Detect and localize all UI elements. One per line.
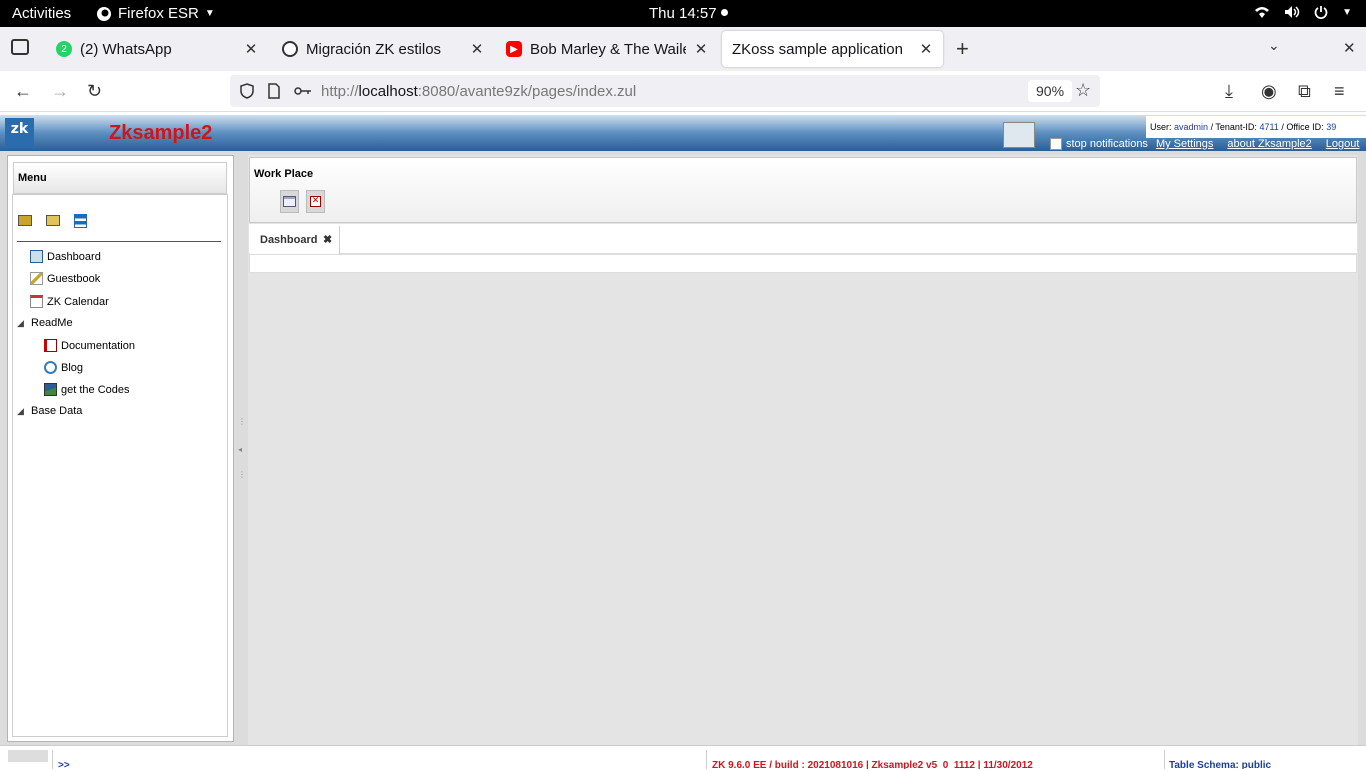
user-name: avadmin	[1174, 122, 1209, 132]
office-id: 39	[1326, 122, 1337, 132]
volume-icon	[1285, 6, 1300, 18]
tab-title: Bob Marley & The Wailers	[530, 40, 686, 58]
menu-item-base-data[interactable]: ◢ Base Data	[17, 405, 82, 417]
tab-title: Migración ZK estilos	[306, 40, 442, 58]
tab-content	[249, 254, 1357, 273]
expand-triangle-icon[interactable]: ◢	[17, 406, 27, 417]
zk-logo: zk	[5, 118, 34, 147]
tab-list-icon[interactable]	[11, 39, 29, 55]
extensions-icon[interactable]: ⧉	[1298, 81, 1311, 102]
pdf-icon	[44, 339, 57, 352]
menu-item-zk-calendar[interactable]: ZK Calendar	[30, 295, 109, 308]
close-red-icon: ✕	[310, 196, 321, 207]
chevron-down-icon: ▼	[204, 8, 215, 19]
window-icon	[283, 196, 296, 207]
download-icon[interactable]: ⤓	[1225, 81, 1233, 102]
guestbook-icon	[30, 272, 43, 285]
tab-migracion[interactable]: Migración ZK estilos ✕	[272, 31, 494, 67]
list-all-tabs-icon[interactable]: ⌄	[1268, 37, 1280, 54]
build-info: ZK 9.6.0 EE / build : 2021081016 | Zksam…	[706, 750, 1162, 769]
status-bar: >> ZK 9.6.0 EE / build : 2021081016 | Zk…	[0, 745, 1366, 771]
close-icon[interactable]: ✕	[244, 40, 258, 58]
expand-triangle-icon[interactable]: ◢	[17, 318, 27, 329]
workplace-title: Work Place	[254, 168, 314, 180]
back-icon[interactable]: ←	[14, 81, 32, 102]
system-tray[interactable]: ▼	[1254, 5, 1352, 19]
stop-notifications-checkbox[interactable]	[1050, 138, 1062, 150]
top-links: stop notifications My Settings about Zks…	[1050, 138, 1359, 150]
status-arrow[interactable]: >>	[52, 750, 704, 771]
star-icon[interactable]: ☆	[1075, 80, 1091, 101]
menu-item-dashboard[interactable]: Dashboard	[30, 250, 101, 263]
logout-link[interactable]: Logout	[1326, 138, 1360, 150]
code-icon	[44, 383, 57, 396]
folder-open-icon[interactable]	[18, 215, 32, 226]
app-name: Firefox ESR	[118, 5, 199, 22]
menu-title: Menu	[13, 162, 227, 194]
youtube-icon: ▶	[506, 41, 522, 57]
page-icon	[268, 83, 280, 99]
menu-toggle-icon[interactable]	[74, 214, 87, 228]
about-link[interactable]: about Zksample2	[1227, 138, 1311, 150]
firefox-icon	[97, 6, 111, 21]
key-icon	[294, 87, 311, 95]
my-settings-link[interactable]: My Settings	[1156, 138, 1213, 150]
tab-zkoss[interactable]: ZKoss sample application ✕	[722, 31, 943, 67]
close-window-icon[interactable]: ✕	[1343, 39, 1356, 57]
stop-notifications-label: stop notifications	[1066, 138, 1148, 150]
monitor-icon	[1003, 122, 1035, 148]
status-cell	[8, 750, 48, 762]
activities-button[interactable]: Activities	[12, 5, 71, 22]
chevron-down-icon: ▼	[1342, 6, 1352, 18]
close-icon[interactable]: ✕	[470, 40, 484, 58]
tab-title: ZKoss sample application	[732, 40, 903, 58]
shield-icon	[240, 83, 254, 99]
clock[interactable]: Thu 14:57	[649, 5, 728, 22]
app-menu[interactable]: Firefox ESR ▼	[96, 5, 215, 22]
user-info: User: avadmin / Tenant-ID: 4711 / Office…	[1146, 116, 1366, 138]
close-icon[interactable]: ✖	[323, 233, 332, 246]
menu-item-blog[interactable]: Blog	[44, 361, 83, 374]
whatsapp-icon: 2	[56, 41, 72, 57]
dashboard-icon	[30, 250, 43, 263]
account-icon[interactable]: ◉	[1261, 81, 1277, 102]
window-button[interactable]	[280, 190, 299, 213]
workplace-tabs	[249, 224, 1357, 254]
folder-closed-icon[interactable]	[46, 215, 60, 226]
menu-item-documentation[interactable]: Documentation	[44, 339, 135, 352]
url-bar[interactable]: http://localhost:8080/avante9zk/pages/in…	[230, 75, 1100, 107]
reload-icon[interactable]: ↻	[87, 81, 102, 102]
calendar-icon	[30, 295, 43, 308]
notification-dot-icon	[720, 9, 728, 16]
menu-divider	[17, 241, 221, 242]
menu-item-get-codes[interactable]: get the Codes	[44, 383, 130, 396]
new-tab-button[interactable]: +	[956, 36, 969, 62]
chatgpt-icon	[282, 41, 298, 57]
menu-item-readme[interactable]: ◢ ReadMe	[17, 317, 73, 329]
close-icon[interactable]: ✕	[694, 40, 708, 58]
menu-item-guestbook[interactable]: Guestbook	[30, 272, 100, 285]
tab-title: (2) WhatsApp	[80, 40, 172, 58]
hamburger-menu-icon[interactable]: ≡	[1334, 81, 1345, 102]
wordpress-icon	[44, 361, 57, 374]
zoom-level[interactable]: 90%	[1028, 80, 1073, 102]
browser-nav-bar: ← → ↻ http://localhost:8080/avante9zk/pa…	[0, 71, 1366, 112]
tab-whatsapp[interactable]: 2 (2) WhatsApp ✕	[46, 31, 268, 67]
power-icon	[1314, 6, 1328, 19]
tenant-id: 4711	[1259, 122, 1279, 132]
close-all-button[interactable]: ✕	[306, 190, 325, 213]
close-icon[interactable]: ✕	[919, 40, 933, 58]
table-schema: Table Schema: public	[1164, 750, 1366, 769]
url-text: http://localhost:8080/avante9zk/pages/in…	[321, 83, 637, 100]
workplace-header: Work Place	[249, 157, 1357, 223]
system-top-bar: Activities Firefox ESR ▼ Thu 14:57 ▼	[0, 0, 1366, 27]
wifi-icon	[1255, 7, 1270, 18]
tab-youtube[interactable]: ▶ Bob Marley & The Wailers ✕	[496, 31, 718, 67]
tab-dashboard[interactable]: Dashboard ✖	[250, 226, 340, 254]
app-title: Zksample2	[109, 122, 213, 144]
panel-splitter[interactable]: ⋮ ◂ ⋮	[236, 155, 246, 742]
forward-icon[interactable]: →	[51, 81, 69, 102]
browser-tab-bar: 2 (2) WhatsApp ✕ Migración ZK estilos ✕ …	[0, 27, 1366, 71]
